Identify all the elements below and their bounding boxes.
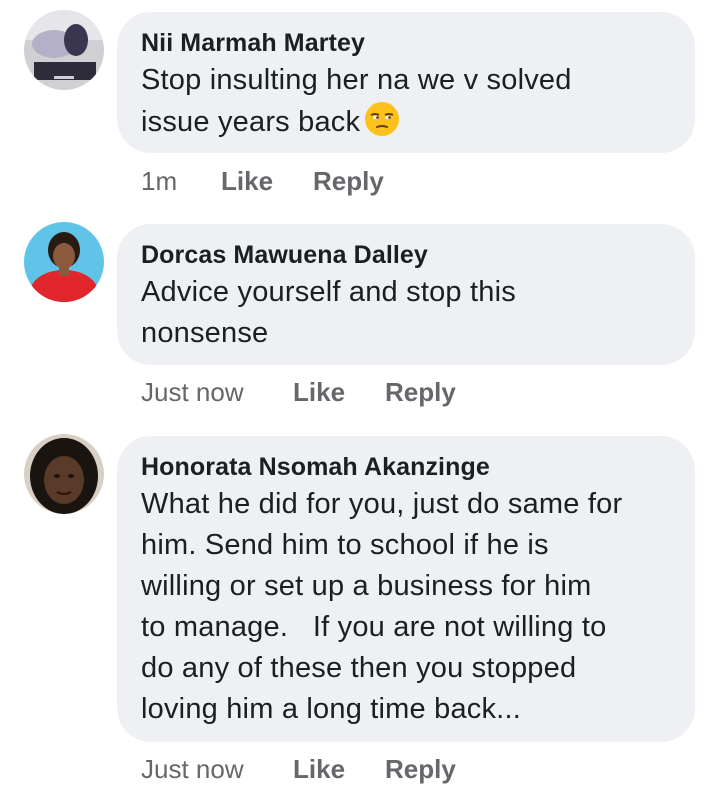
comment-actions: Just now Like Reply (141, 377, 456, 408)
like-button[interactable]: Like (293, 754, 385, 785)
comment-timestamp[interactable]: Just now (141, 377, 293, 408)
like-button[interactable]: Like (293, 377, 385, 408)
comment-actions: 1m Like Reply (141, 166, 384, 197)
comment-timestamp[interactable]: Just now (141, 754, 293, 785)
comment-text: Advice yourself and stop this nonsense (141, 276, 516, 349)
comment-bubble: Nii Marmah Martey Stop insulting her na … (117, 12, 695, 153)
avatar[interactable] (24, 222, 104, 302)
reply-button[interactable]: Reply (385, 377, 456, 408)
comment-actions: Just now Like Reply (141, 754, 456, 785)
unamused-face-icon (364, 101, 400, 137)
comment-bubble: Honorata Nsomah Akanzinge What he did fo… (117, 436, 695, 742)
avatar[interactable] (24, 434, 104, 514)
reply-button[interactable]: Reply (385, 754, 456, 785)
avatar-image (24, 10, 104, 90)
comment-bubble: Dorcas Mawuena Dalley Advice yourself an… (117, 224, 695, 365)
comment-author[interactable]: Nii Marmah Martey (141, 26, 671, 60)
avatar[interactable] (24, 10, 104, 90)
comment-author[interactable]: Dorcas Mawuena Dalley (141, 238, 671, 272)
comment-text: Stop insulting her na we v solved issue … (141, 60, 671, 143)
avatar-image (24, 434, 104, 514)
comment-text: What he did for you, just do same for hi… (141, 488, 623, 725)
reply-button[interactable]: Reply (313, 166, 384, 197)
comment-author[interactable]: Honorata Nsomah Akanzinge (141, 450, 671, 484)
comments-thread: Nii Marmah Martey Stop insulting her na … (0, 0, 720, 800)
like-button[interactable]: Like (221, 166, 313, 197)
comment-timestamp[interactable]: 1m (141, 166, 221, 197)
comment-text-line: issue years back (141, 106, 361, 138)
comment-text-line: Stop insulting her na we v solved (141, 64, 572, 96)
avatar-image (24, 222, 104, 302)
